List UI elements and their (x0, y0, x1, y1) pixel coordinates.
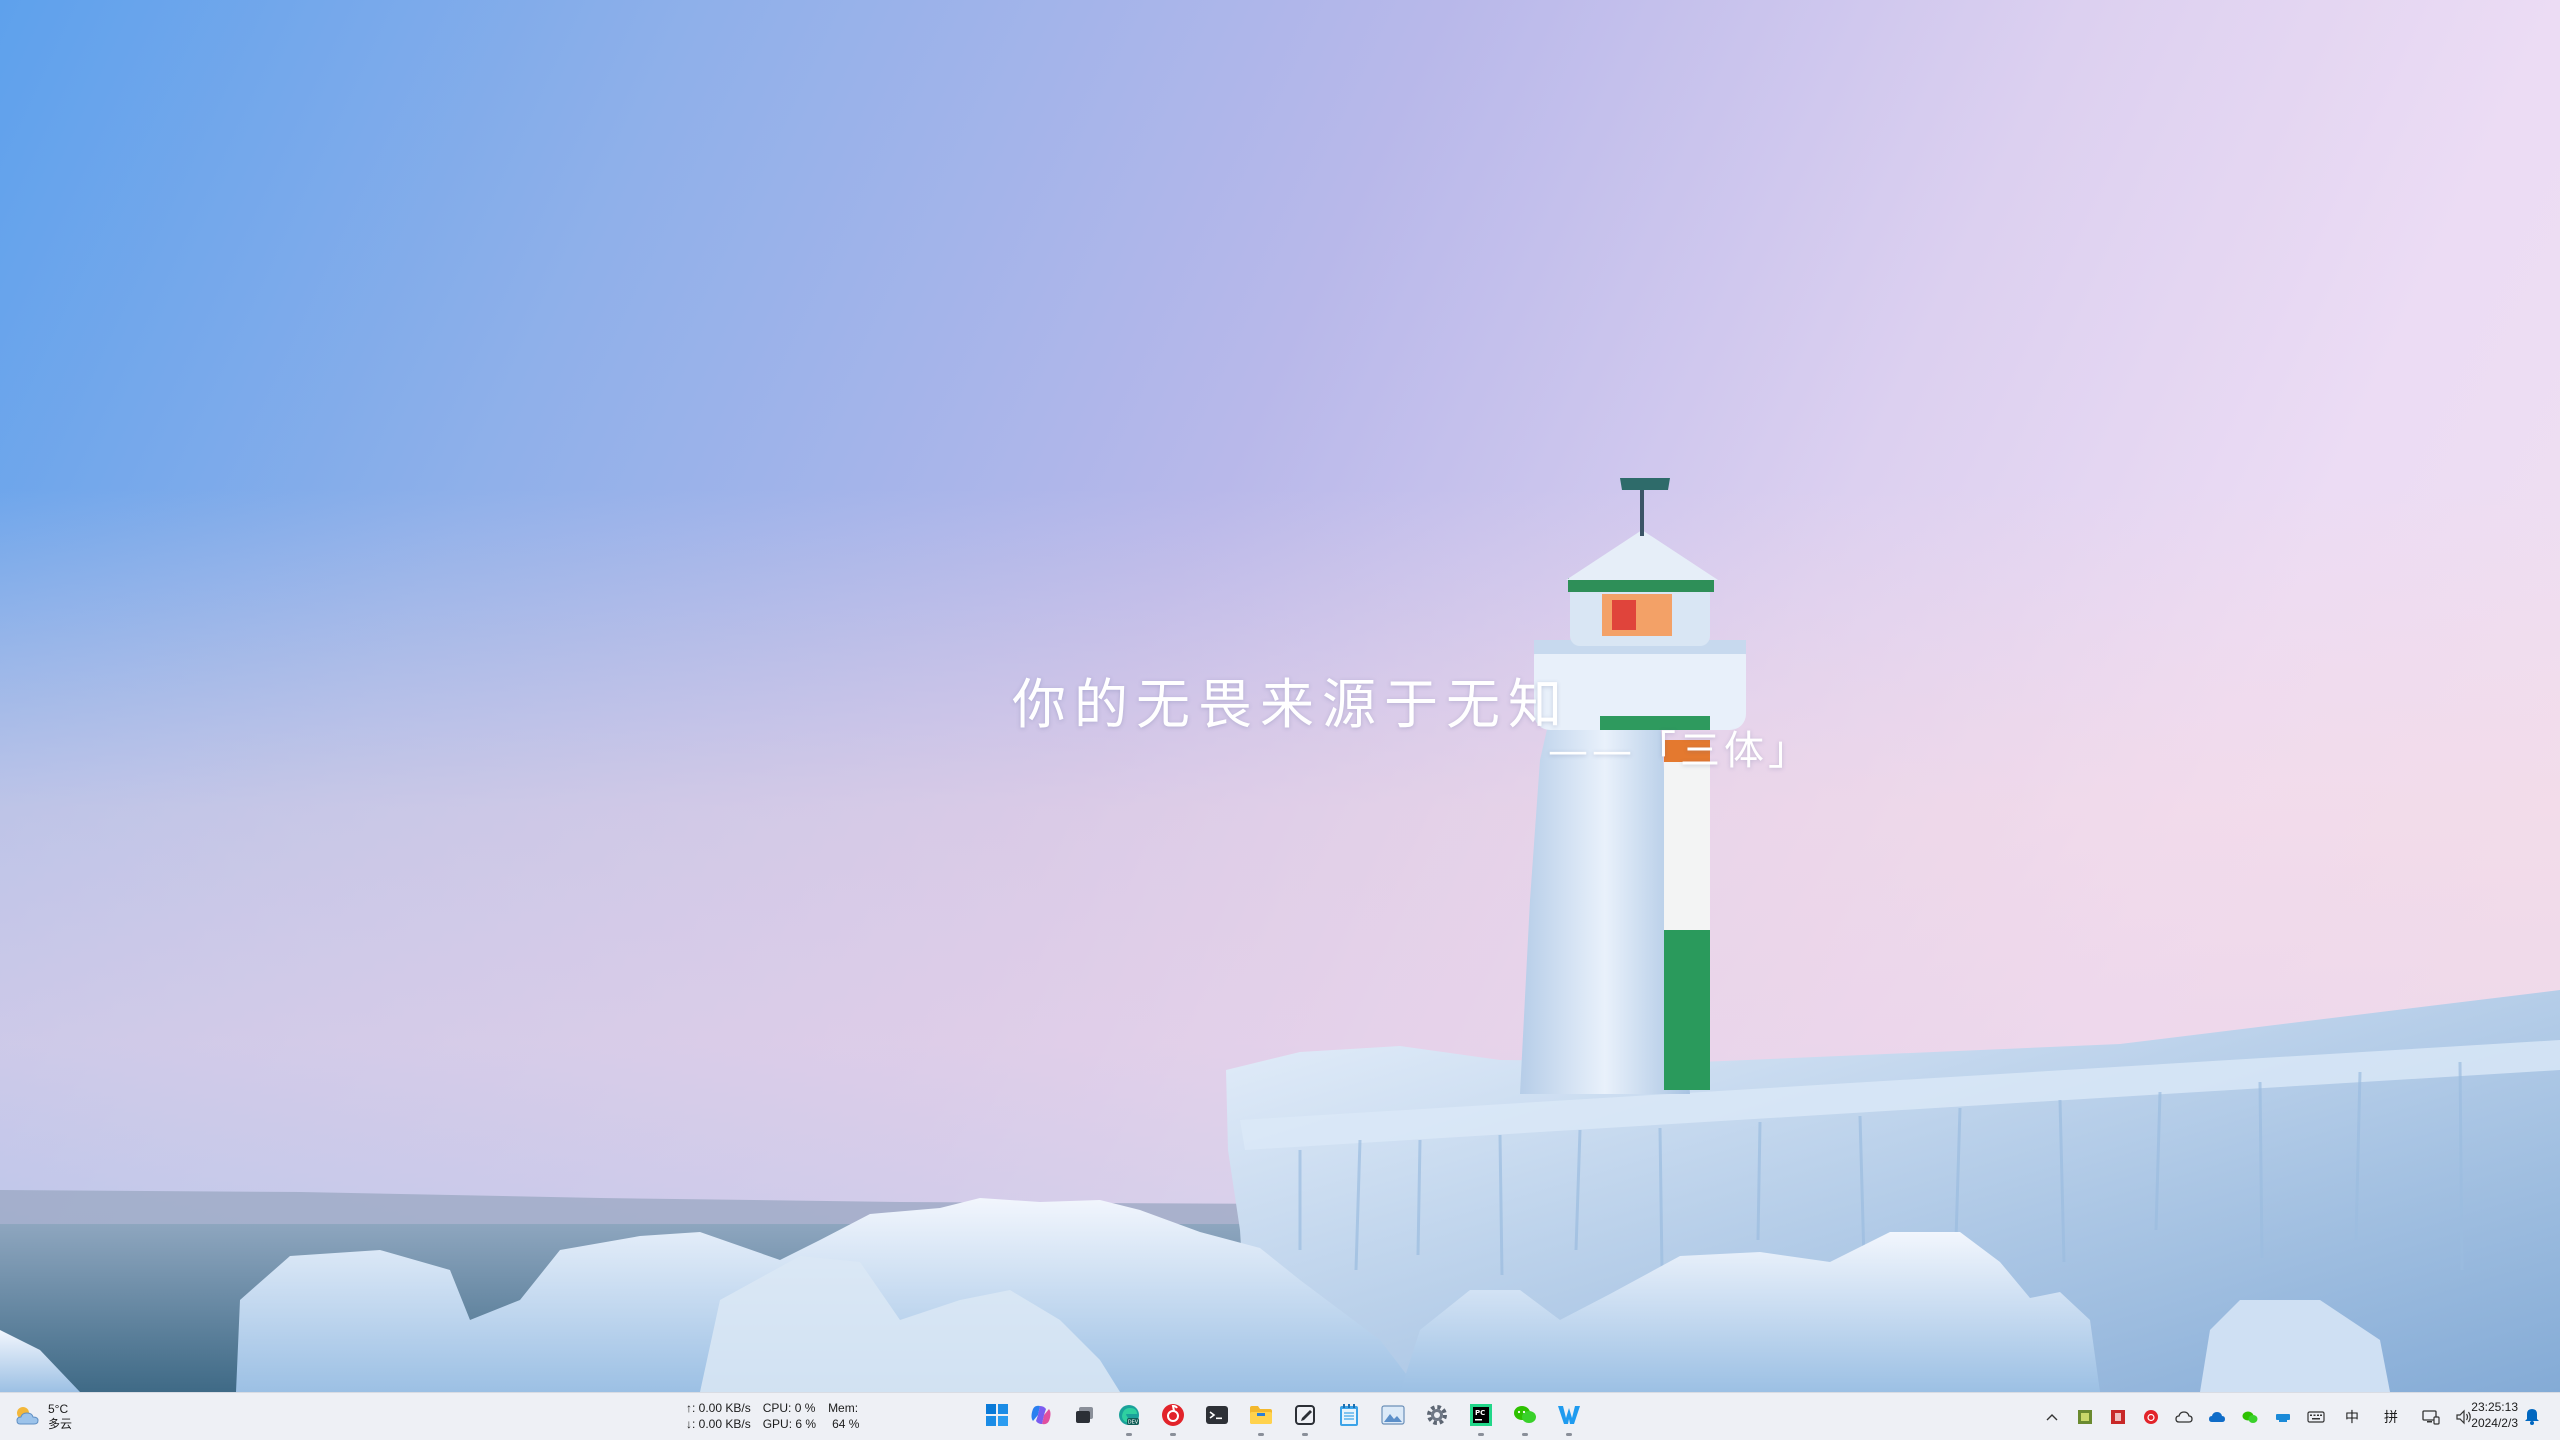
task-view-icon (1074, 1404, 1096, 1431)
edge-dev-app[interactable]: DEV (1110, 1397, 1148, 1437)
windows-logo-icon (986, 1403, 1008, 1431)
folder-icon (1249, 1404, 1273, 1431)
taskbar: 5°C 多云 ↑: 0.00 KB/s ↓: 0.00 KB/s CPU: 0 … (0, 1392, 2560, 1440)
svg-text:DEV: DEV (1128, 1419, 1139, 1425)
wps-app[interactable] (1550, 1397, 1588, 1437)
running-indicator (1478, 1433, 1484, 1436)
running-indicator (1302, 1433, 1308, 1436)
wallpaper-quote-attribution: ——「三体」 (1548, 728, 1812, 774)
cpu-usage: CPU: 0 % (762, 1401, 816, 1415)
gpu-usage: GPU: 6 % (762, 1417, 817, 1431)
terminal-icon (1205, 1404, 1229, 1431)
keyboard-icon[interactable] (2306, 1407, 2326, 1427)
running-indicator (1566, 1433, 1572, 1436)
photos-icon (1381, 1404, 1405, 1430)
gear-icon (1425, 1403, 1449, 1432)
chevron-up-icon[interactable] (2042, 1407, 2062, 1427)
terminal-app[interactable] (1198, 1397, 1236, 1437)
copilot-icon (1029, 1403, 1053, 1432)
task-view-app[interactable] (1066, 1397, 1104, 1437)
weather-condition: 多云 (48, 1417, 73, 1431)
photos-app[interactable] (1374, 1397, 1412, 1437)
red-app-tray-icon[interactable] (2108, 1407, 2128, 1427)
weather-temperature: 5°C (48, 1402, 69, 1416)
pycharm-app[interactable]: PC (1462, 1397, 1500, 1437)
notepad-app[interactable] (1330, 1397, 1368, 1437)
wps-icon (1557, 1404, 1581, 1431)
start-button[interactable] (978, 1397, 1016, 1437)
running-indicator (1170, 1433, 1176, 1436)
edge-dev-icon: DEV (1117, 1403, 1141, 1432)
settings-app[interactable] (1418, 1397, 1456, 1437)
running-indicator (1522, 1433, 1528, 1436)
pycharm-icon: PC (1470, 1403, 1492, 1431)
network-adapter-icon[interactable] (2273, 1407, 2293, 1427)
memory-label: Mem: (828, 1401, 859, 1415)
notification-bell-icon[interactable] (2524, 1407, 2540, 1430)
notepad-icon (1339, 1403, 1359, 1432)
netease-music-icon (1161, 1403, 1185, 1432)
ime-language-indicator[interactable]: 中 (2339, 1407, 2365, 1427)
netease-music-tray-icon[interactable] (2141, 1407, 2161, 1427)
system-monitor[interactable]: ↑: 0.00 KB/s ↓: 0.00 KB/s CPU: 0 % GPU: … (686, 1400, 859, 1432)
cloud-outline-icon[interactable] (2174, 1407, 2194, 1427)
wechat-tray-icon[interactable] (2240, 1407, 2260, 1427)
wallpaper-quote: 你的无畏来源于无知 (1012, 673, 1570, 736)
clock-date: 2024/2/3 (2471, 1416, 2518, 1430)
taskbar-apps: DEV PC (978, 1397, 1588, 1437)
system-tray: 中 拼 (2042, 1401, 2474, 1433)
notes-icon (1294, 1404, 1316, 1431)
partly-cloudy-icon (14, 1404, 40, 1431)
wechat-app[interactable] (1506, 1397, 1544, 1437)
weather-widget[interactable]: 5°C 多云 (14, 1399, 72, 1435)
memory-usage: 64 % (832, 1417, 860, 1431)
desktop-wallpaper: 你的无畏来源于无知 ——「三体」 (0, 0, 2560, 1392)
nvidia-icon[interactable] (2075, 1407, 2095, 1427)
copilot-app[interactable] (1022, 1397, 1060, 1437)
clock[interactable]: 23:25:13 2024/2/3 (2460, 1399, 2518, 1431)
running-indicator (1258, 1433, 1264, 1436)
file-explorer-app[interactable] (1242, 1397, 1280, 1437)
netease-music-app[interactable] (1154, 1397, 1192, 1437)
svg-text:PC: PC (1475, 1409, 1485, 1417)
running-indicator (1126, 1433, 1132, 1436)
onedrive-icon[interactable] (2207, 1407, 2227, 1427)
download-speed: ↓: 0.00 KB/s (686, 1417, 751, 1431)
upload-speed: ↑: 0.00 KB/s (686, 1401, 751, 1415)
notes-app[interactable] (1286, 1397, 1324, 1437)
wechat-icon (1513, 1404, 1537, 1431)
clock-time: 23:25:13 (2471, 1400, 2518, 1414)
network-icon[interactable] (2421, 1407, 2441, 1427)
ime-mode-indicator[interactable]: 拼 (2378, 1407, 2408, 1427)
